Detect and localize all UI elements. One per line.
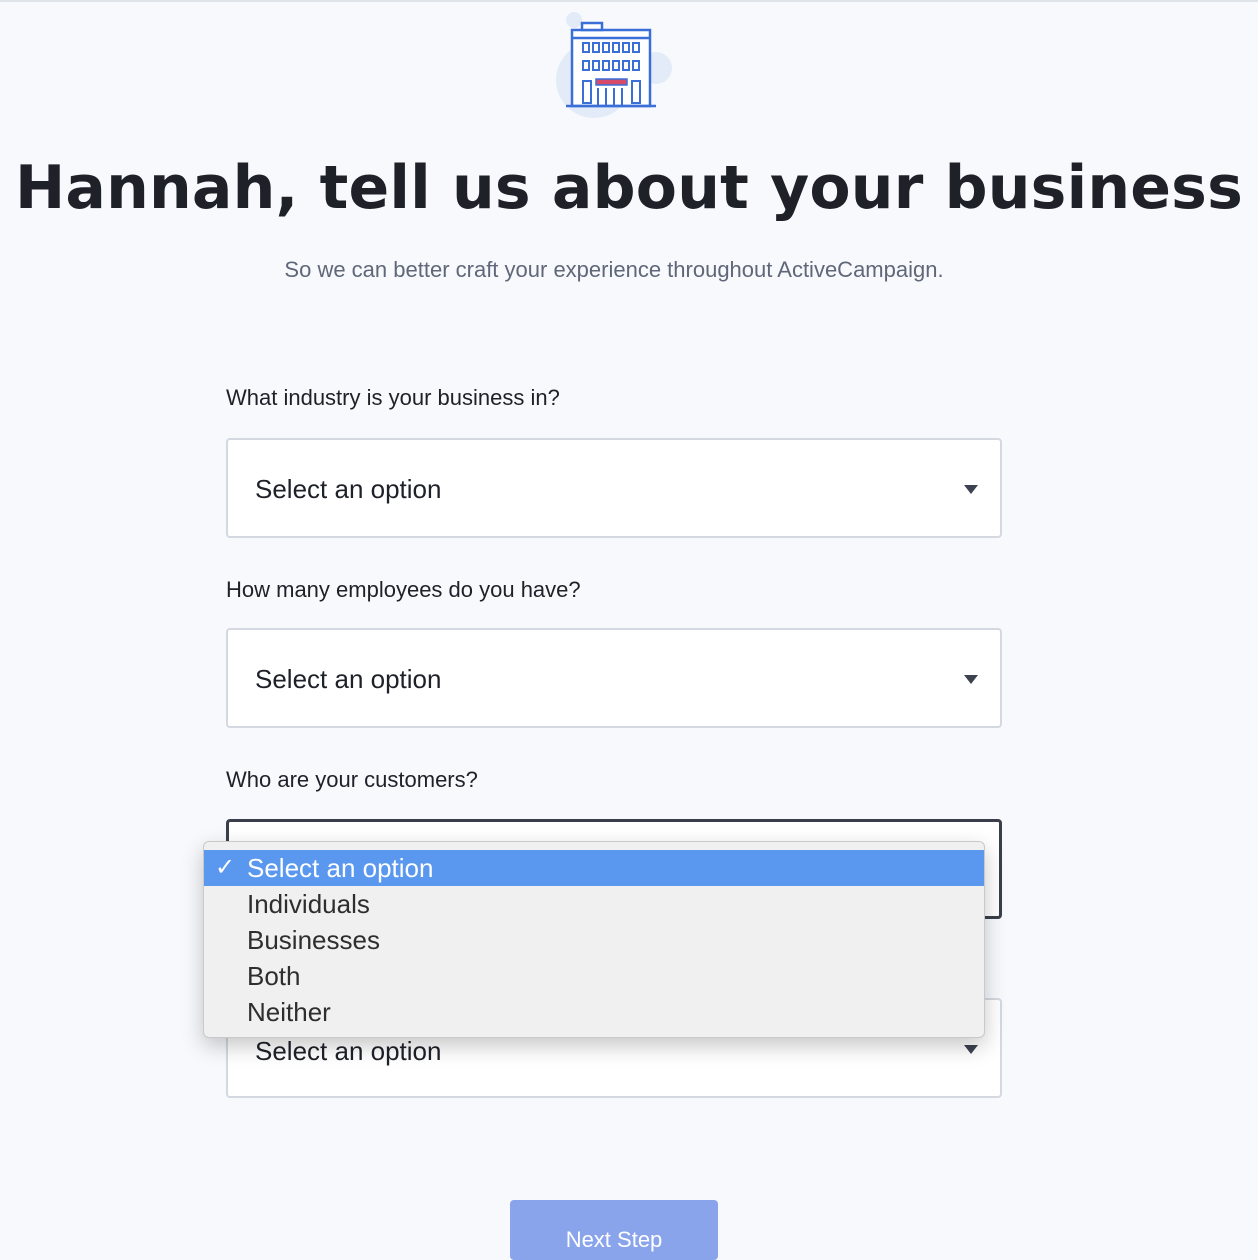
dropdown-option-label: Both — [247, 961, 301, 991]
checkmark-icon: ✓ — [215, 854, 236, 881]
dropdown-option-label: Neither — [247, 997, 331, 1027]
building-icon — [556, 12, 672, 118]
dropdown-option-businesses[interactable]: Businesses — [204, 922, 984, 958]
dropdown-option-both[interactable]: Both — [204, 958, 984, 994]
customers-question-label: Who are your customers? — [226, 767, 478, 792]
employees-select[interactable]: Select an option — [226, 628, 1002, 728]
dropdown-option-label: Select an option — [247, 853, 434, 883]
caret-down-icon — [964, 1045, 978, 1054]
next-step-button[interactable]: Next Step — [510, 1200, 718, 1260]
customers-dropdown-menu: ✓ Select an option Individuals Businesse… — [203, 841, 985, 1038]
industry-select[interactable]: Select an option — [226, 438, 1002, 538]
employees-select-value: Select an option — [255, 664, 442, 694]
dropdown-option-individuals[interactable]: Individuals — [204, 886, 984, 922]
caret-down-icon — [964, 675, 978, 684]
industry-select-value: Select an option — [255, 474, 442, 504]
top-border — [0, 0, 1258, 2]
dropdown-option-label: Individuals — [247, 889, 370, 919]
page-subtitle: So we can better craft your experience t… — [284, 257, 944, 282]
fourth-select-value: Select an option — [255, 1036, 442, 1066]
employees-question-label: How many employees do you have? — [226, 577, 581, 602]
page-title: Hannah, tell us about your business — [15, 153, 1243, 223]
caret-down-icon — [964, 485, 978, 494]
dropdown-option-neither[interactable]: Neither — [204, 994, 984, 1030]
dropdown-option-label: Businesses — [247, 925, 380, 955]
industry-question-label: What industry is your business in? — [226, 385, 560, 410]
dropdown-option-select-an-option[interactable]: ✓ Select an option — [204, 850, 984, 886]
